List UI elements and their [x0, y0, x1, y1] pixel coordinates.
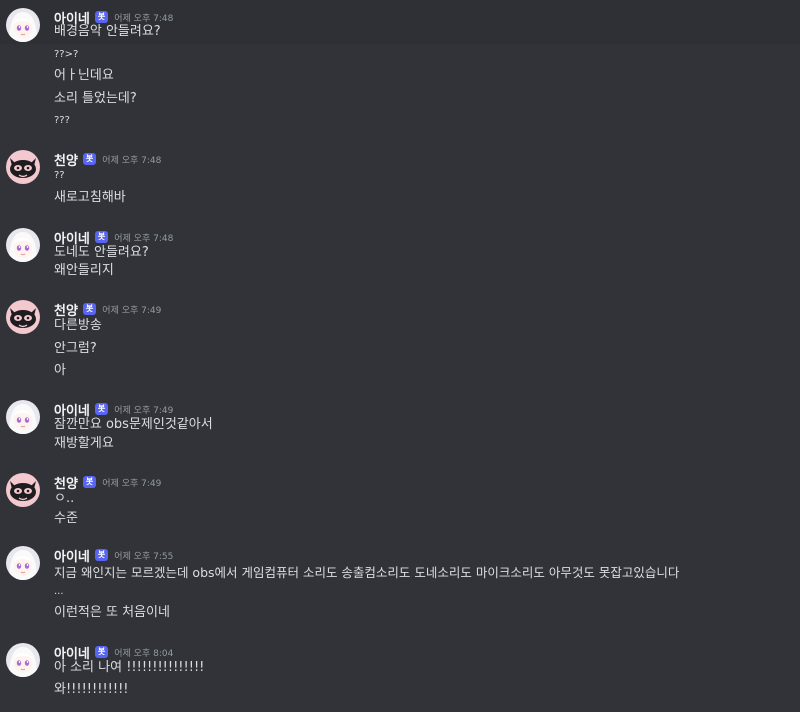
white-hair-anime-girl-icon [6, 400, 40, 434]
message-line: 어ㅏ닌데요 [54, 68, 114, 83]
message-line: ??>? [54, 49, 79, 60]
message-line: 도네도 안들려요? [54, 245, 149, 260]
timestamp[interactable]: 어제 오후 7:55 [114, 549, 173, 562]
bot-badge: 봇 [94, 403, 109, 415]
message-line: 아 [54, 363, 66, 378]
timestamp[interactable]: 어제 오후 7:48 [114, 11, 173, 24]
message-header: 천양 봇 어제 오후 7:49 [54, 300, 161, 319]
message-line: 와!!!!!!!!!!!! [54, 682, 129, 697]
username[interactable]: 천양 [54, 300, 78, 319]
avatar[interactable] [6, 643, 40, 677]
bot-badge: 봇 [82, 476, 97, 488]
avatar[interactable] [6, 473, 40, 507]
message-header: 아이네 봇 어제 오후 7:55 [54, 546, 173, 565]
avatar[interactable] [6, 300, 40, 334]
message-line: 이런적은 또 처음이네 [54, 605, 170, 620]
pink-masked-cat-icon [6, 473, 40, 507]
avatar[interactable] [6, 150, 40, 184]
message-line: 안그럼? [54, 341, 97, 356]
timestamp[interactable]: 어제 오후 7:48 [102, 153, 161, 166]
pink-masked-cat-icon [6, 150, 40, 184]
message-line: 배경음악 안들려요? [54, 24, 161, 39]
message-header: 천양 봇 어제 오후 7:48 [54, 150, 161, 169]
white-hair-anime-girl-icon [6, 546, 40, 580]
message-line: 지금 왜인지는 모르겠는데 obs에서 게임컴퓨터 소리도 송출컴소리도 도네소… [54, 565, 680, 580]
bot-badge: 봇 [82, 153, 97, 165]
message-line: 다른방송 [54, 318, 102, 333]
message-line: ... [54, 586, 64, 597]
username[interactable]: 아이네 [54, 546, 90, 565]
message-header: 천양 봇 어제 오후 7:49 [54, 473, 161, 492]
avatar[interactable] [6, 228, 40, 262]
timestamp[interactable]: 어제 오후 7:49 [102, 476, 161, 489]
avatar[interactable] [6, 8, 40, 42]
message-line: 잠깐만요 obs문제인것같아서 [54, 417, 213, 432]
bot-badge: 봇 [94, 231, 109, 243]
username[interactable]: 천양 [54, 150, 78, 169]
message-line: 소리 틀었는데? [54, 91, 137, 106]
avatar[interactable] [6, 546, 40, 580]
message-line: 수준 [54, 511, 78, 526]
bot-badge: 봇 [94, 549, 109, 561]
timestamp[interactable]: 어제 오후 7:48 [114, 231, 173, 244]
message-line: 왜안들리지 [54, 263, 114, 278]
message-line: 재방할게요 [54, 436, 114, 451]
white-hair-anime-girl-icon [6, 8, 40, 42]
timestamp[interactable]: 어제 오후 7:49 [114, 403, 173, 416]
pink-masked-cat-icon [6, 300, 40, 334]
timestamp[interactable]: 어제 오후 8:04 [114, 646, 173, 659]
bot-badge: 봇 [82, 303, 97, 315]
white-hair-anime-girl-icon [6, 228, 40, 262]
message-line: ?? [54, 170, 65, 181]
bot-badge: 봇 [94, 646, 109, 658]
message-line: ??? [54, 115, 70, 126]
avatar[interactable] [6, 400, 40, 434]
timestamp[interactable]: 어제 오후 7:49 [102, 303, 161, 316]
bot-badge: 봇 [94, 11, 109, 23]
message-line: ㅇ.. [54, 491, 75, 506]
message-line: 아 소리 나여 !!!!!!!!!!!!!!! [54, 660, 205, 675]
username[interactable]: 천양 [54, 473, 78, 492]
message-line: 새로고침해바 [54, 190, 126, 205]
white-hair-anime-girl-icon [6, 643, 40, 677]
